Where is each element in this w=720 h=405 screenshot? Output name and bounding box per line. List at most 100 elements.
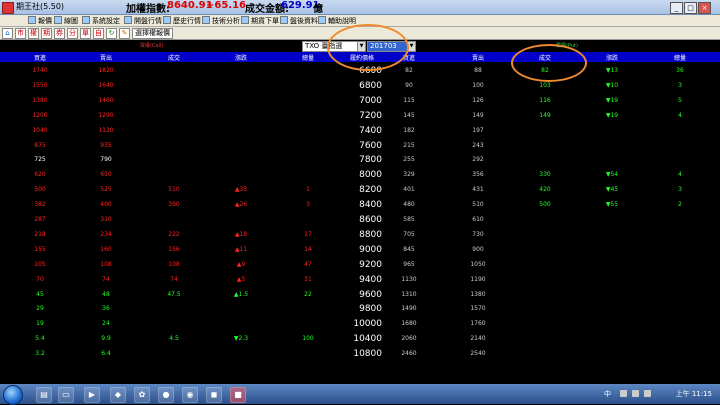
menu-help[interactable]: 輔助說明 <box>318 16 356 26</box>
table-row[interactable]: 725 790 255 292 7800 <box>0 153 720 167</box>
table-row[interactable]: 382 400 390 ▲26 3 480 510 500 ▼55 2 8400 <box>0 198 720 212</box>
toolbar-btn-futures[interactable]: 期 <box>41 28 52 39</box>
language-indicator[interactable]: 中 <box>604 389 611 399</box>
put-ask-cell: 1380 <box>470 290 486 298</box>
app-icon-c[interactable]: ● <box>158 387 174 403</box>
table-row[interactable]: 45 48 47.5 ▲1.5 22 1310 1380 9600 <box>0 288 720 302</box>
toolbar-btn-split[interactable]: 分 <box>67 28 78 39</box>
select-option-quote-button[interactable]: 選擇權報價 <box>132 28 173 39</box>
history-icon <box>163 16 171 24</box>
call-volume-cell: 3 <box>306 201 310 209</box>
table-row[interactable]: 620 650 329 356 330 ▼54 4 8000 <box>0 168 720 182</box>
call-ask-cell: 9.9 <box>101 335 111 343</box>
table-row[interactable]: 287 310 585 610 8600 <box>0 213 720 227</box>
header-put-change: 漲跌 <box>605 55 619 62</box>
menu-history[interactable]: 歷史行情 <box>163 16 201 26</box>
minimize-button[interactable]: _ <box>670 2 683 14</box>
call-bid-cell: 29 <box>36 305 44 313</box>
table-row[interactable]: 19 24 1680 1760 10000 <box>0 317 720 331</box>
maximize-button[interactable]: □ <box>684 2 697 14</box>
app-icon-a[interactable]: ◆ <box>110 387 126 403</box>
media-icon[interactable]: ▶ <box>84 387 100 403</box>
app-icon-b[interactable]: ✿ <box>134 387 150 403</box>
call-volume-cell: 47 <box>304 260 312 268</box>
table-row[interactable]: 29 36 1490 1570 9800 <box>0 302 720 316</box>
system-tray: 中 上午 11:15 <box>600 384 720 404</box>
line-icon[interactable]: ◼ <box>206 387 222 403</box>
call-ask-cell: 1460 <box>98 96 114 104</box>
table-row[interactable]: 1380 1460 115 126 116 ▼19 5 7000 <box>0 94 720 108</box>
menu-chart[interactable]: 線圖 <box>54 16 78 26</box>
call-volume-cell: 31 <box>304 275 312 283</box>
tray-icon-2[interactable] <box>632 390 639 397</box>
table-row[interactable]: 155 160 156 ▲11 14 845 900 9000 <box>0 243 720 257</box>
strike-price-cell: 9400 <box>359 274 382 285</box>
call-last-cell: 390 <box>168 201 180 209</box>
folder-icon[interactable]: ▭ <box>58 387 74 403</box>
start-button[interactable] <box>3 385 23 405</box>
menu-technical[interactable]: 技術分析 <box>202 16 240 26</box>
call-ask-cell: 790 <box>100 156 112 164</box>
call-bid-cell: 218 <box>34 230 46 238</box>
toolbar-btn-market[interactable]: 市 <box>15 28 26 39</box>
refresh-icon[interactable]: ↻ <box>106 28 117 39</box>
call-ask-cell: 48 <box>102 290 110 298</box>
app-icon <box>2 2 14 14</box>
put-ask-cell: 1050 <box>470 260 486 268</box>
call-change-cell: ▼2.3 <box>233 335 249 343</box>
menu-afterhours[interactable]: 盤後資料 <box>280 16 318 26</box>
call-bid-cell: 105 <box>34 260 46 268</box>
put-bid-cell: 845 <box>403 245 415 253</box>
strike-price-cell: 8800 <box>359 229 382 240</box>
call-volume-cell: 22 <box>304 290 312 298</box>
toolbar-btn-single[interactable]: 單 <box>80 28 91 39</box>
put-ask-cell: 431 <box>472 186 484 194</box>
table-row[interactable]: 1200 1290 145 149 149 ▼19 4 7200 <box>0 109 720 123</box>
call-bid-cell: 500 <box>34 186 46 194</box>
tools-icon[interactable]: ✎ <box>119 28 130 39</box>
put-ask-cell: 88 <box>474 67 482 74</box>
clock: 上午 11:15 <box>675 390 712 398</box>
close-button[interactable]: × <box>698 2 711 14</box>
call-ask-cell: 160 <box>100 245 112 253</box>
menu-order[interactable]: 期貨下單 <box>241 16 279 26</box>
put-ask-cell: 510 <box>472 201 484 209</box>
table-row[interactable]: 1550 1640 90 100 103 ▼10 3 6800 <box>0 79 720 93</box>
put-bid-cell: 215 <box>403 141 415 149</box>
call-ask-cell: 36 <box>102 305 110 313</box>
table-row[interactable]: 5.4 9.9 4.5 ▼2.3 100 2060 2140 10400 <box>0 332 720 346</box>
put-bid-cell: 1680 <box>401 320 417 328</box>
table-row[interactable]: 70 74 74 ▲5 31 1130 1190 9400 <box>0 273 720 287</box>
menu-settings[interactable]: 系統設定 <box>82 16 120 26</box>
order-icon <box>241 16 249 24</box>
chrome-icon[interactable]: ◉ <box>182 387 198 403</box>
table-row[interactable]: 500 525 510 ▲33 1 401 431 420 ▼45 3 8200 <box>0 183 720 197</box>
header-call-bid: 買進 <box>33 55 47 62</box>
table-row[interactable]: 105 108 108 ▲9 47 965 1050 9200 <box>0 258 720 272</box>
header-call-last: 成交 <box>167 55 181 62</box>
strike-price-cell: 6800 <box>359 80 382 91</box>
trading-app-icon[interactable]: ■ <box>230 387 246 403</box>
put-change-cell: ▼10 <box>605 81 619 89</box>
menu-quote[interactable]: 報價 <box>28 16 52 26</box>
strike-price-cell: 9200 <box>359 259 382 270</box>
toolbar-btn-options[interactable]: 權 <box>28 28 39 39</box>
toolbar-btn-securities[interactable]: 券 <box>54 28 65 39</box>
realtime-icon <box>124 16 132 24</box>
home-icon[interactable]: ⌂ <box>2 28 13 39</box>
call-volume-cell: 14 <box>304 245 312 253</box>
tray-icon-3[interactable] <box>644 390 651 397</box>
table-row[interactable]: 218 234 222 ▲18 17 705 730 8800 <box>0 228 720 242</box>
explorer-icon[interactable]: ▤ <box>36 387 52 403</box>
taskbar: ▤ ▭ ▶ ◆ ✿ ● ◉ ◼ ■ 中 上午 11:15 <box>0 384 720 405</box>
toolbar-btn-custom[interactable]: 自 <box>93 28 104 39</box>
strike-price-cell: 8600 <box>359 215 382 225</box>
menu-realtime[interactable]: 開盤行情 <box>124 16 162 26</box>
put-bid-cell: 480 <box>403 201 415 209</box>
table-row[interactable]: 1040 1120 182 197 7400 <box>0 124 720 138</box>
put-bid-cell: 585 <box>403 216 415 223</box>
put-volume-cell: 4 <box>678 171 682 179</box>
table-row[interactable]: 3.2 6.4 2460 2540 10800 <box>0 347 720 361</box>
tray-icon-1[interactable] <box>620 390 627 397</box>
table-row[interactable]: 875 935 215 243 7600 <box>0 139 720 153</box>
